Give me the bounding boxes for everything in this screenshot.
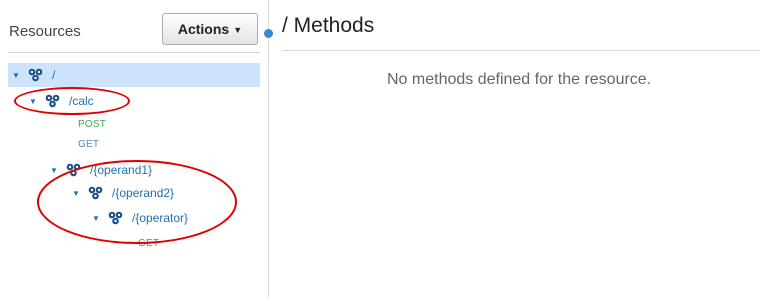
resources-title: Resources: [9, 23, 81, 40]
title-divider: [282, 50, 760, 51]
page-title: / Methods: [282, 14, 375, 37]
actions-button[interactable]: Actions ▼: [162, 13, 258, 45]
resource-icon: [27, 68, 44, 82]
caret-down-icon: ▼: [233, 25, 243, 35]
empty-methods-message: No methods defined for the resource.: [387, 71, 652, 88]
resources-divider: [8, 52, 260, 53]
resource-path[interactable]: /{operand1}: [90, 163, 152, 177]
resource-path[interactable]: /{operator}: [132, 211, 188, 225]
method-post[interactable]: POST: [78, 119, 106, 130]
resource-root[interactable]: ▼ /: [8, 63, 260, 87]
panel-divider: [268, 0, 269, 297]
resource-operator[interactable]: ▼ /{operator}: [92, 206, 188, 230]
resource-path[interactable]: /{operand2}: [112, 186, 174, 200]
expand-arrow-icon[interactable]: ▼: [92, 214, 106, 223]
resources-panel: Resources Actions ▼ ▼ / ▼ /calc POST GET…: [0, 0, 262, 297]
resource-operand1[interactable]: ▼ /{operand1}: [50, 158, 152, 182]
resource-path[interactable]: /: [52, 68, 55, 82]
method-get[interactable]: GET: [78, 139, 99, 150]
selection-dot-icon: [264, 29, 273, 38]
resource-icon: [44, 94, 61, 108]
actions-label: Actions: [177, 21, 230, 37]
expand-arrow-icon[interactable]: ▼: [29, 97, 43, 106]
expand-arrow-icon[interactable]: ▼: [72, 189, 86, 198]
expand-arrow-icon[interactable]: ▼: [50, 166, 64, 175]
method-get[interactable]: GET: [138, 238, 159, 249]
resource-icon: [107, 211, 124, 225]
resource-icon: [65, 163, 82, 177]
resource-icon: [87, 186, 104, 200]
expand-arrow-icon[interactable]: ▼: [12, 71, 26, 80]
resource-path[interactable]: /calc: [69, 94, 94, 108]
resource-operand2[interactable]: ▼ /{operand2}: [72, 181, 174, 205]
resource-calc[interactable]: ▼ /calc: [29, 89, 94, 113]
